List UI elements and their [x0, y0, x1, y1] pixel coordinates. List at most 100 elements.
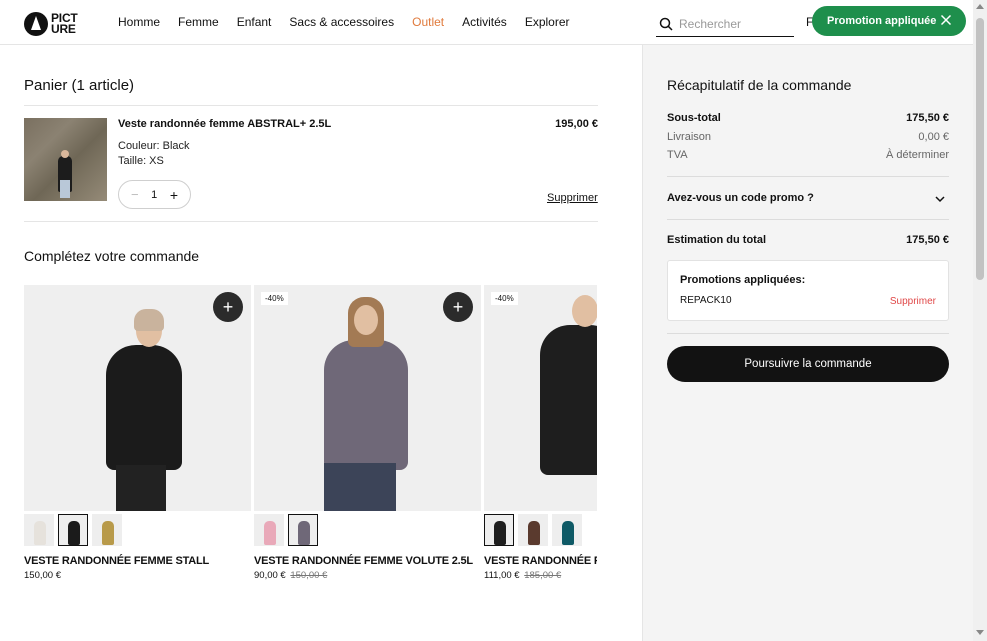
add-to-cart-button[interactable]: +	[213, 292, 243, 322]
scroll-up-arrow-icon[interactable]	[976, 4, 984, 9]
product-card[interactable]: -40% + VESTE RANDONNÉE FEMME VOLUTE 2.5L…	[254, 285, 481, 581]
product-card[interactable]: + VESTE RANDONNÉE FEMME STALL 150,00 €	[24, 285, 251, 581]
color-swatch-selected[interactable]	[288, 514, 318, 546]
quantity-stepper: − 1 +	[118, 180, 191, 209]
nav-activites[interactable]: Activités	[462, 15, 507, 29]
remove-promo-link[interactable]: Supprimer	[890, 296, 936, 307]
subtotal-label: Sous-total	[667, 112, 721, 124]
search-input[interactable]	[679, 16, 789, 31]
divider	[24, 221, 598, 222]
scrollbar-thumb[interactable]	[976, 18, 984, 280]
recommendations-carousel: + VESTE RANDONNÉE FEMME STALL 150,00 € -…	[24, 285, 597, 585]
remove-item-link[interactable]: Supprimer	[547, 192, 598, 204]
divider	[667, 333, 949, 334]
site-header: PICT URE Homme Femme Enfant Sacs & acces…	[0, 0, 987, 45]
divider	[24, 105, 598, 106]
search-icon[interactable]	[659, 17, 673, 31]
total-label: Estimation du total	[667, 234, 766, 246]
color-swatch-selected[interactable]	[58, 514, 88, 546]
total-value: 175,50 €	[906, 234, 949, 246]
original-price: 185,00 €	[524, 570, 562, 581]
color-swatches	[484, 514, 597, 546]
product-image[interactable]: +	[24, 285, 251, 511]
shipping-label: Livraison	[667, 131, 712, 143]
subtotal-row: Sous-total 175,50 €	[667, 112, 949, 124]
nav-explorer[interactable]: Explorer	[525, 15, 570, 29]
product-image[interactable]: -40%	[484, 285, 597, 511]
model-figure	[106, 345, 182, 470]
chevron-down-icon[interactable]	[934, 193, 946, 205]
scroll-down-arrow-icon[interactable]	[976, 630, 984, 635]
divider	[667, 176, 949, 177]
color-swatches	[24, 514, 251, 546]
total-row: Estimation du total 175,50 €	[667, 234, 949, 246]
applied-promotions-title: Promotions appliquées:	[680, 274, 806, 286]
color-swatch[interactable]	[24, 514, 54, 546]
color-swatch[interactable]	[552, 514, 582, 546]
toast-message: Promotion appliquée	[827, 15, 937, 27]
model-figure	[540, 325, 597, 475]
recommendations-title: Complétez votre commande	[24, 248, 200, 264]
cart-item-image[interactable]	[24, 118, 107, 201]
quantity-increase-button[interactable]: +	[170, 187, 178, 203]
promo-code: REPACK10	[680, 295, 732, 306]
cart-item-color: Couleur: Black	[118, 140, 190, 152]
shipping-value: 0,00 €	[918, 131, 949, 143]
nav-sacs-accessoires[interactable]: Sacs & accessoires	[289, 15, 394, 29]
nav-enfant[interactable]: Enfant	[237, 15, 272, 29]
summary-title: Récapitulatif de la commande	[667, 77, 852, 93]
nav-outlet[interactable]: Outlet	[412, 15, 444, 29]
color-swatch[interactable]	[518, 514, 548, 546]
quantity-value: 1	[151, 188, 158, 201]
main-nav: Homme Femme Enfant Sacs & accessoires Ou…	[118, 15, 588, 29]
product-figure-legs	[60, 180, 70, 198]
current-price: 111,00 €	[484, 570, 520, 581]
quantity-decrease-button[interactable]: −	[131, 187, 139, 202]
model-legs	[116, 465, 166, 511]
divider	[667, 219, 949, 220]
applied-promotions-box: Promotions appliquées: REPACK10 Supprime…	[667, 260, 949, 321]
model-head	[572, 295, 597, 327]
discount-badge: -40%	[261, 292, 288, 305]
promo-code-toggle[interactable]: Avez-vous un code promo ?	[667, 192, 814, 204]
model-beanie	[134, 309, 164, 331]
nav-femme[interactable]: Femme	[178, 15, 219, 29]
close-icon[interactable]	[940, 14, 952, 26]
product-name[interactable]: VESTE RANDONNÉE FEMME VOLUTE 2.5L	[254, 555, 481, 567]
tax-row: TVA À déterminer	[667, 149, 949, 161]
model-head	[354, 305, 378, 335]
brand-logo[interactable]: PICT URE	[24, 10, 84, 37]
original-price: 150,00 €	[290, 570, 328, 581]
cart-item-name[interactable]: Veste randonnée femme ABSTRAL+ 2.5L	[118, 118, 331, 130]
promotion-toast: Promotion appliquée	[812, 6, 966, 36]
tax-label: TVA	[667, 149, 688, 161]
product-price: 90,00 € 150,00 €	[254, 570, 481, 581]
add-to-cart-button[interactable]: +	[443, 292, 473, 322]
discount-badge: -40%	[491, 292, 518, 305]
cart-item-size: Taille: XS	[118, 155, 164, 167]
model-legs	[324, 463, 396, 511]
color-swatch[interactable]	[92, 514, 122, 546]
current-price: 90,00 €	[254, 570, 286, 581]
cart-item-price: 195,00 €	[555, 118, 598, 130]
color-swatch-selected[interactable]	[484, 514, 514, 546]
shipping-row: Livraison 0,00 €	[667, 131, 949, 143]
product-card[interactable]: -40% VESTE RANDONNÉE FEMME FREEL 111,00 …	[484, 285, 597, 581]
subtotal-value: 175,50 €	[906, 112, 949, 124]
nav-homme[interactable]: Homme	[118, 15, 160, 29]
tax-value: À déterminer	[886, 149, 949, 161]
product-image[interactable]: -40% +	[254, 285, 481, 511]
checkout-button[interactable]: Poursuivre la commande	[667, 346, 949, 382]
logo-mark-icon	[24, 11, 48, 36]
product-name[interactable]: VESTE RANDONNÉE FEMME STALL	[24, 555, 251, 567]
product-name[interactable]: VESTE RANDONNÉE FEMME FREEL	[484, 555, 597, 567]
color-swatch[interactable]	[254, 514, 284, 546]
logo-text: PICT URE	[51, 10, 78, 36]
order-summary-panel: Récapitulatif de la commande Sous-total …	[642, 45, 973, 641]
cart-title: Panier (1 article)	[24, 77, 135, 94]
current-price: 150,00 €	[24, 570, 61, 581]
color-swatches	[254, 514, 481, 546]
model-figure	[324, 340, 408, 470]
product-figure-head	[61, 150, 69, 158]
product-price: 150,00 €	[24, 570, 251, 581]
